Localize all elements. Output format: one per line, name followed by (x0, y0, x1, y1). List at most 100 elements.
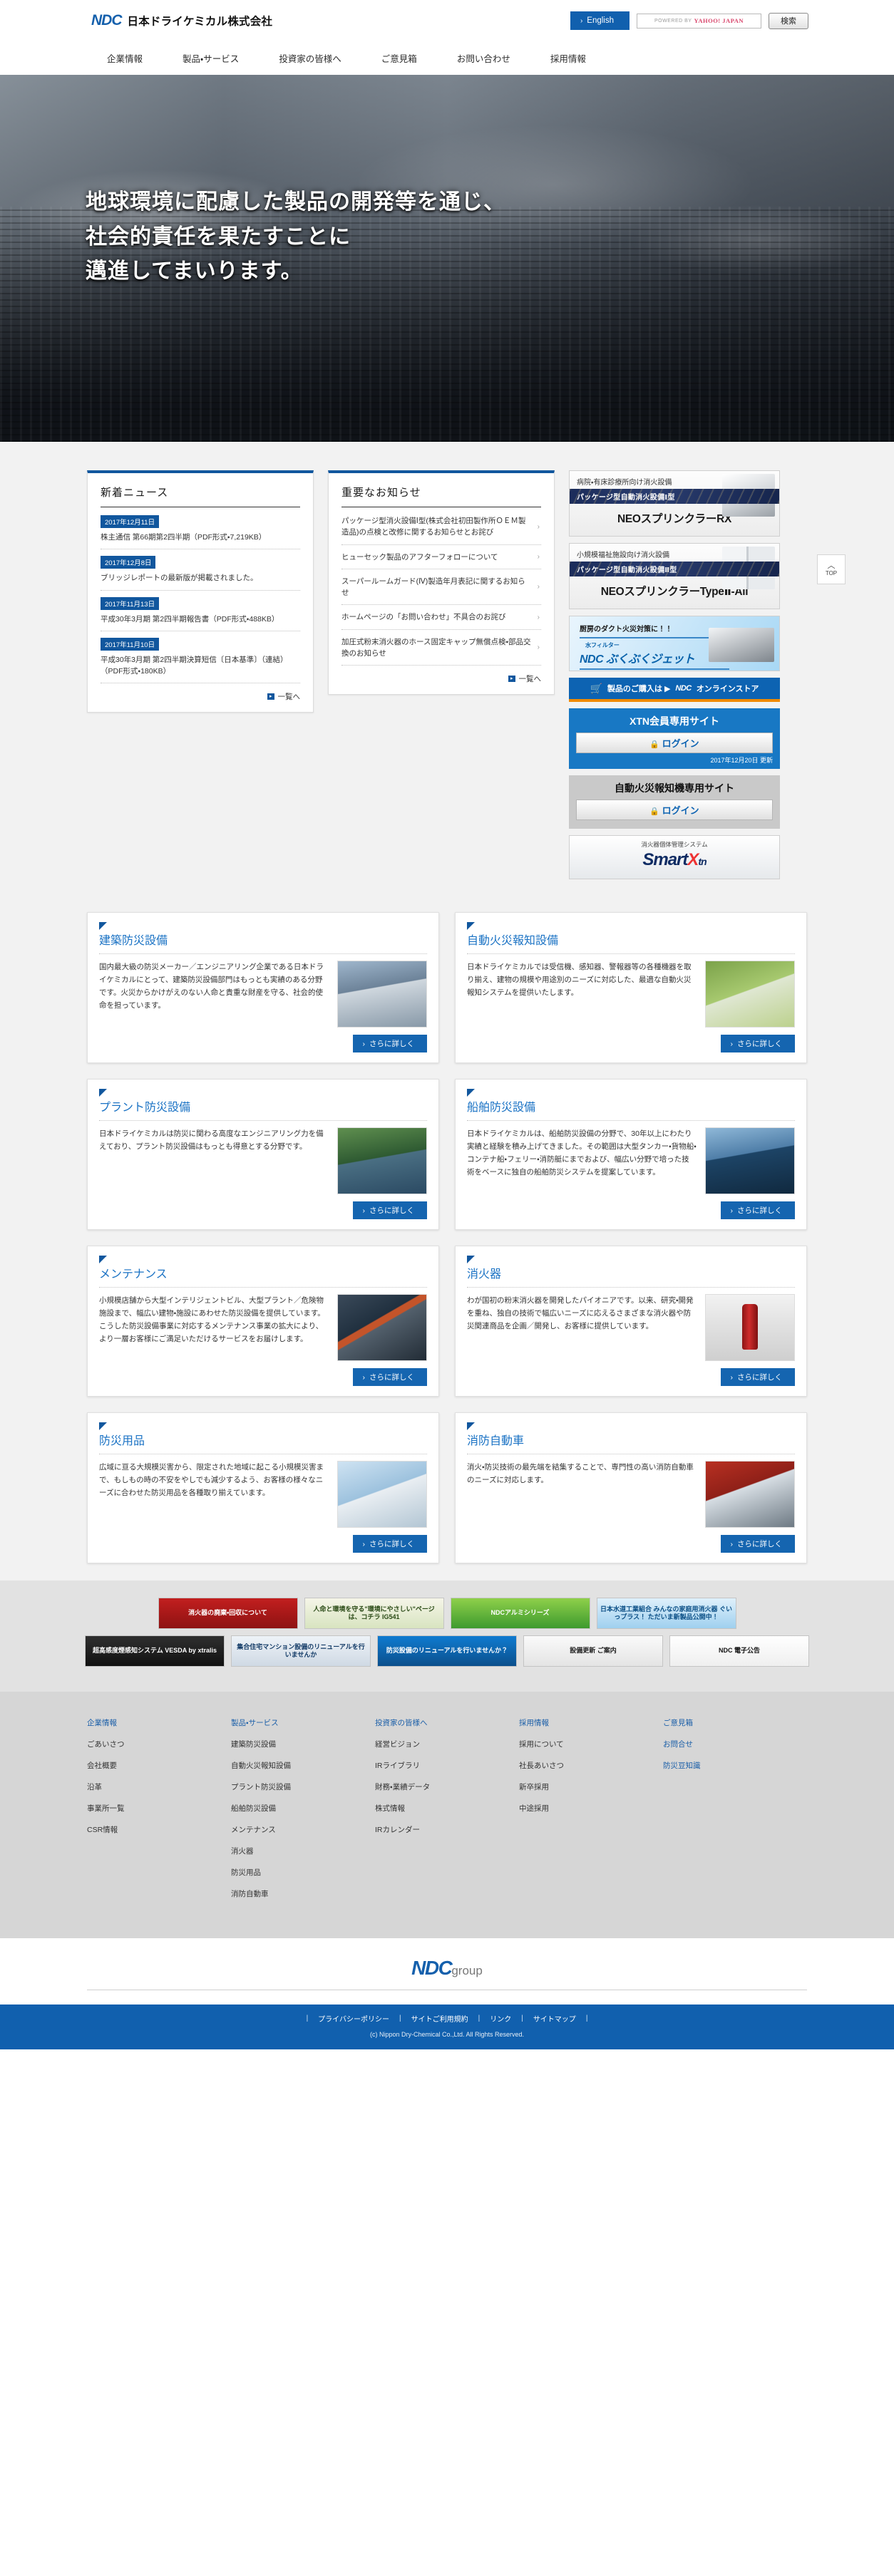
promo-banner-extinguisher-recycle[interactable]: 消火器の廃棄・回収について (158, 1598, 298, 1629)
scroll-to-top-button[interactable]: ︿ TOP (817, 554, 846, 584)
card-maintenance[interactable]: メンテナンス 小規模店舗から大型インテリジェントビル、大型プラント／危険物施設ま… (87, 1246, 439, 1397)
search-button[interactable]: 検索 (769, 12, 808, 29)
nav-item-careers[interactable]: 採用情報 (550, 51, 586, 65)
footer-head-feedback[interactable]: ご意見箱 (663, 1717, 807, 1728)
main-navigation: 企業情報 製品・サービス 投資家の皆様へ ご意見箱 お問い合わせ 採用情報 (0, 41, 894, 75)
footer-terms-of-use[interactable]: サイトご利用規約 (411, 2013, 468, 2024)
promo-banner-mansion-renewal[interactable]: 集合住宅マンション設備のリニューアルを行いませんか (231, 1635, 371, 1667)
footer-link[interactable]: 株式情報 (375, 1803, 519, 1814)
banner-neo-sprinkler-type2[interactable]: 小規模福祉施設向け消火設備 パッケージ型自動消火設備Ⅱ型 NEOスプリンクラーT… (569, 543, 780, 609)
news-item[interactable]: 2017年11月10日 平成30年3月期 第2四半期決算短信〔日本基準〕（連結）… (101, 631, 300, 684)
chevron-right-icon: › (537, 583, 540, 591)
card-building-disaster-prevention[interactable]: 建築防災設備 国内最大級の防災メーカー／エンジニアリング企業である日本ドライケミ… (87, 912, 439, 1063)
news-item[interactable]: 2017年12月11日 株主通信 第66期第2四半期（PDF形式・7,219KB… (101, 509, 300, 550)
promo-banner-equipment-update[interactable]: 設備更新 ご案内 (523, 1635, 663, 1667)
card-ship-disaster-prevention[interactable]: 船舶防災設備 日本ドライケミカルは、船舶防災設備の分野で、30年以上にわたり実績… (455, 1079, 807, 1230)
card-text: 小規模店舗から大型インテリジェントビル、大型プラント／危険物施設まで、幅広い建物… (99, 1296, 325, 1344)
footer-head-company[interactable]: 企業情報 (87, 1717, 231, 1728)
card-row: プラント防災設備 日本ドライケミカルは防災に関わる高度なエンジニアリング力を備え… (87, 1079, 807, 1230)
notice-item[interactable]: ヒューセック製品のアフターフォローについて › (341, 545, 541, 569)
banner-online-store[interactable]: 🛒 製品のご購入は ▶ NDC オンラインストア (569, 678, 780, 702)
footer-link[interactable]: IRライブラリ (375, 1760, 519, 1771)
footer-link[interactable]: メンテナンス (231, 1824, 375, 1835)
search-input[interactable]: POWERED BY YAHOO! JAPAN (637, 13, 761, 29)
card-detail-button[interactable]: › さらに詳しく (720, 1035, 795, 1052)
card-detail-button[interactable]: › さらに詳しく (352, 1035, 427, 1052)
footer-link[interactable]: CSR情報 (87, 1824, 231, 1835)
footer-link[interactable]: IRカレンダー (375, 1824, 519, 1835)
footer-head-investors[interactable]: 投資家の皆様へ (375, 1717, 519, 1728)
card-body: わが国初の粉末消火器を開発したパイオニアです。以来、研究・開発を重ね、独自の技術… (467, 1294, 795, 1361)
news-item[interactable]: 2017年12月8日 ブリッジレポートの最新版が掲載されました。 (101, 549, 300, 591)
footer-link[interactable]: 消火器 (231, 1846, 375, 1856)
footer-link[interactable]: 事業所一覧 (87, 1803, 231, 1814)
afa-login-button[interactable]: 🔒 ログイン (576, 800, 773, 820)
notice-more-link[interactable]: ▸ 一覧へ (341, 666, 541, 684)
card-detail-button[interactable]: › さらに詳しく (352, 1535, 427, 1553)
footer-link[interactable]: お問合せ (663, 1739, 807, 1749)
notice-item[interactable]: ホームページの「お問い合わせ」不具合のお詫び › (341, 605, 541, 630)
promo-banner-electronic-notice[interactable]: NDC 電子公告 (669, 1635, 809, 1667)
banner-smart-xtn[interactable]: 消火器個体管理システム SmartXtn (569, 835, 780, 879)
banner-bukubuku-jet[interactable]: 厨房のダクト火災対策に！！ 水フィルター NDC ぶくぶくジェット (569, 616, 780, 671)
banner-neo-sprinkler-rx[interactable]: 病院・有床診療所向け消火設備 パッケージ型自動消火設備Ⅰ型 NEOスプリンクラー… (569, 470, 780, 537)
card-detail-button[interactable]: › さらに詳しく (720, 1535, 795, 1553)
footer-link[interactable]: 防災豆知識 (663, 1760, 807, 1771)
card-detail-button[interactable]: › さらに詳しく (720, 1201, 795, 1219)
separator: | (399, 2014, 401, 2022)
footer-links[interactable]: リンク (490, 2013, 511, 2024)
footer-link[interactable]: 財務・業績データ (375, 1781, 519, 1792)
nav-item-contact[interactable]: お問い合わせ (457, 51, 510, 65)
footer-link[interactable]: プラント防災設備 (231, 1781, 375, 1792)
xtn-login-button[interactable]: 🔒 ログイン (576, 733, 773, 753)
xtn-login-label: ログイン (662, 738, 699, 749)
footer-link[interactable]: ごあいさつ (87, 1739, 231, 1749)
footer-link[interactable]: 社長あいさつ (519, 1760, 663, 1771)
card-plant-disaster-prevention[interactable]: プラント防災設備 日本ドライケミカルは防災に関わる高度なエンジニアリング力を備え… (87, 1079, 439, 1230)
footer-link[interactable]: 消防自動車 (231, 1888, 375, 1899)
nav-item-company[interactable]: 企業情報 (107, 51, 143, 65)
promo-banner-ndc-alumi[interactable]: NDCアルミシリーズ (450, 1598, 590, 1629)
footer-column-products: 製品・サービス 建築防災設備 自動火災報知設備 プラント防災設備 船舶防災設備 … (231, 1717, 375, 1910)
news-item[interactable]: 2017年11月13日 平成30年3月期 第2四半期報告書（PDF形式・488K… (101, 591, 300, 631)
footer-bottom-bar: | プライバシーポリシー | サイトご利用規約 | リンク | サイトマップ |… (0, 2005, 894, 2049)
notice-item[interactable]: 加圧式粉末消火器のホース固定キャップ無償点検・部品交換のお知らせ › (341, 630, 541, 666)
english-language-button[interactable]: › English (570, 11, 630, 30)
nav-item-feedback[interactable]: ご意見箱 (381, 51, 417, 65)
footer-link[interactable]: 自動火災報知設備 (231, 1760, 375, 1771)
promo-banner-equipment-renewal[interactable]: 防災設備のリニューアルを行いませんか？ (377, 1635, 517, 1667)
site-logo[interactable]: NDC 日本ドライケミカル株式会社 (91, 12, 272, 29)
card-detail-button[interactable]: › さらに詳しく (352, 1201, 427, 1219)
card-detail-button[interactable]: › さらに詳しく (720, 1368, 795, 1386)
news-date: 2017年12月8日 (101, 556, 156, 569)
card-actions: › さらに詳しく (99, 1528, 427, 1553)
footer-link[interactable]: 経営ビジョン (375, 1739, 519, 1749)
footer-head-careers[interactable]: 採用情報 (519, 1717, 663, 1728)
footer-privacy-policy[interactable]: プライバシーポリシー (318, 2013, 389, 2024)
news-more-link[interactable]: ▸ 一覧へ (101, 683, 300, 702)
footer-link[interactable]: 会社概要 (87, 1760, 231, 1771)
promo-banner-ig541[interactable]: 人命と環境を守る"環境にやさしい"ページは、コチラ IG541 (304, 1598, 444, 1629)
notice-panel-title: 重要なお知らせ (341, 485, 541, 507)
footer-head-products[interactable]: 製品・サービス (231, 1717, 375, 1728)
card-automatic-fire-alarm[interactable]: 自動火災報知設備 日本ドライケミカルでは受信機、感知器、警報器等の各種機器を取り… (455, 912, 807, 1063)
card-disaster-goods[interactable]: 防災用品 広域に亘る大規模災害から、限定された地域に起こる小規模災害まで、もしも… (87, 1412, 439, 1563)
card-detail-button[interactable]: › さらに詳しく (352, 1368, 427, 1386)
card-fire-extinguisher[interactable]: 消火器 わが国初の粉末消火器を開発したパイオニアです。以来、研究・開発を重ね、独… (455, 1246, 807, 1397)
promo-banner-home-extinguisher[interactable]: 日本水道工業組合 みんなの家庭用消火器 ぐいっプラス！ ただいま新製品公開中！ (596, 1598, 736, 1629)
footer-link[interactable]: 採用について (519, 1739, 663, 1749)
card-fire-truck[interactable]: 消防自動車 消火・防災技術の最先端を結集することで、専門性の高い消防自動車のニー… (455, 1412, 807, 1563)
footer-link[interactable]: 建築防災設備 (231, 1739, 375, 1749)
promo-banner-vesda[interactable]: 超高感度煙感知システム VESDA by xtralis (85, 1635, 225, 1667)
footer-link[interactable]: 船舶防災設備 (231, 1803, 375, 1814)
footer-link[interactable]: 沿革 (87, 1781, 231, 1792)
footer-link[interactable]: 防災用品 (231, 1867, 375, 1878)
footer-link[interactable]: 中途採用 (519, 1803, 663, 1814)
notice-item[interactable]: パッケージ型消火設備Ⅰ型(株式会社初田製作所ＯＥＭ製造品)の点検と改修に関するお… (341, 509, 541, 545)
nav-item-products[interactable]: 製品・サービス (183, 51, 239, 65)
content-container: ︿ TOP 新着ニュース 2017年12月11日 株主通信 第66期第2四半期（… (87, 470, 846, 1563)
notice-item[interactable]: スーパールームガード(Ⅳ)製造年月表記に関するお知らせ › (341, 569, 541, 606)
footer-link[interactable]: 新卒採用 (519, 1781, 663, 1792)
nav-item-investors[interactable]: 投資家の皆様へ (279, 51, 341, 65)
footer-sitemap[interactable]: サイトマップ (533, 2013, 576, 2024)
